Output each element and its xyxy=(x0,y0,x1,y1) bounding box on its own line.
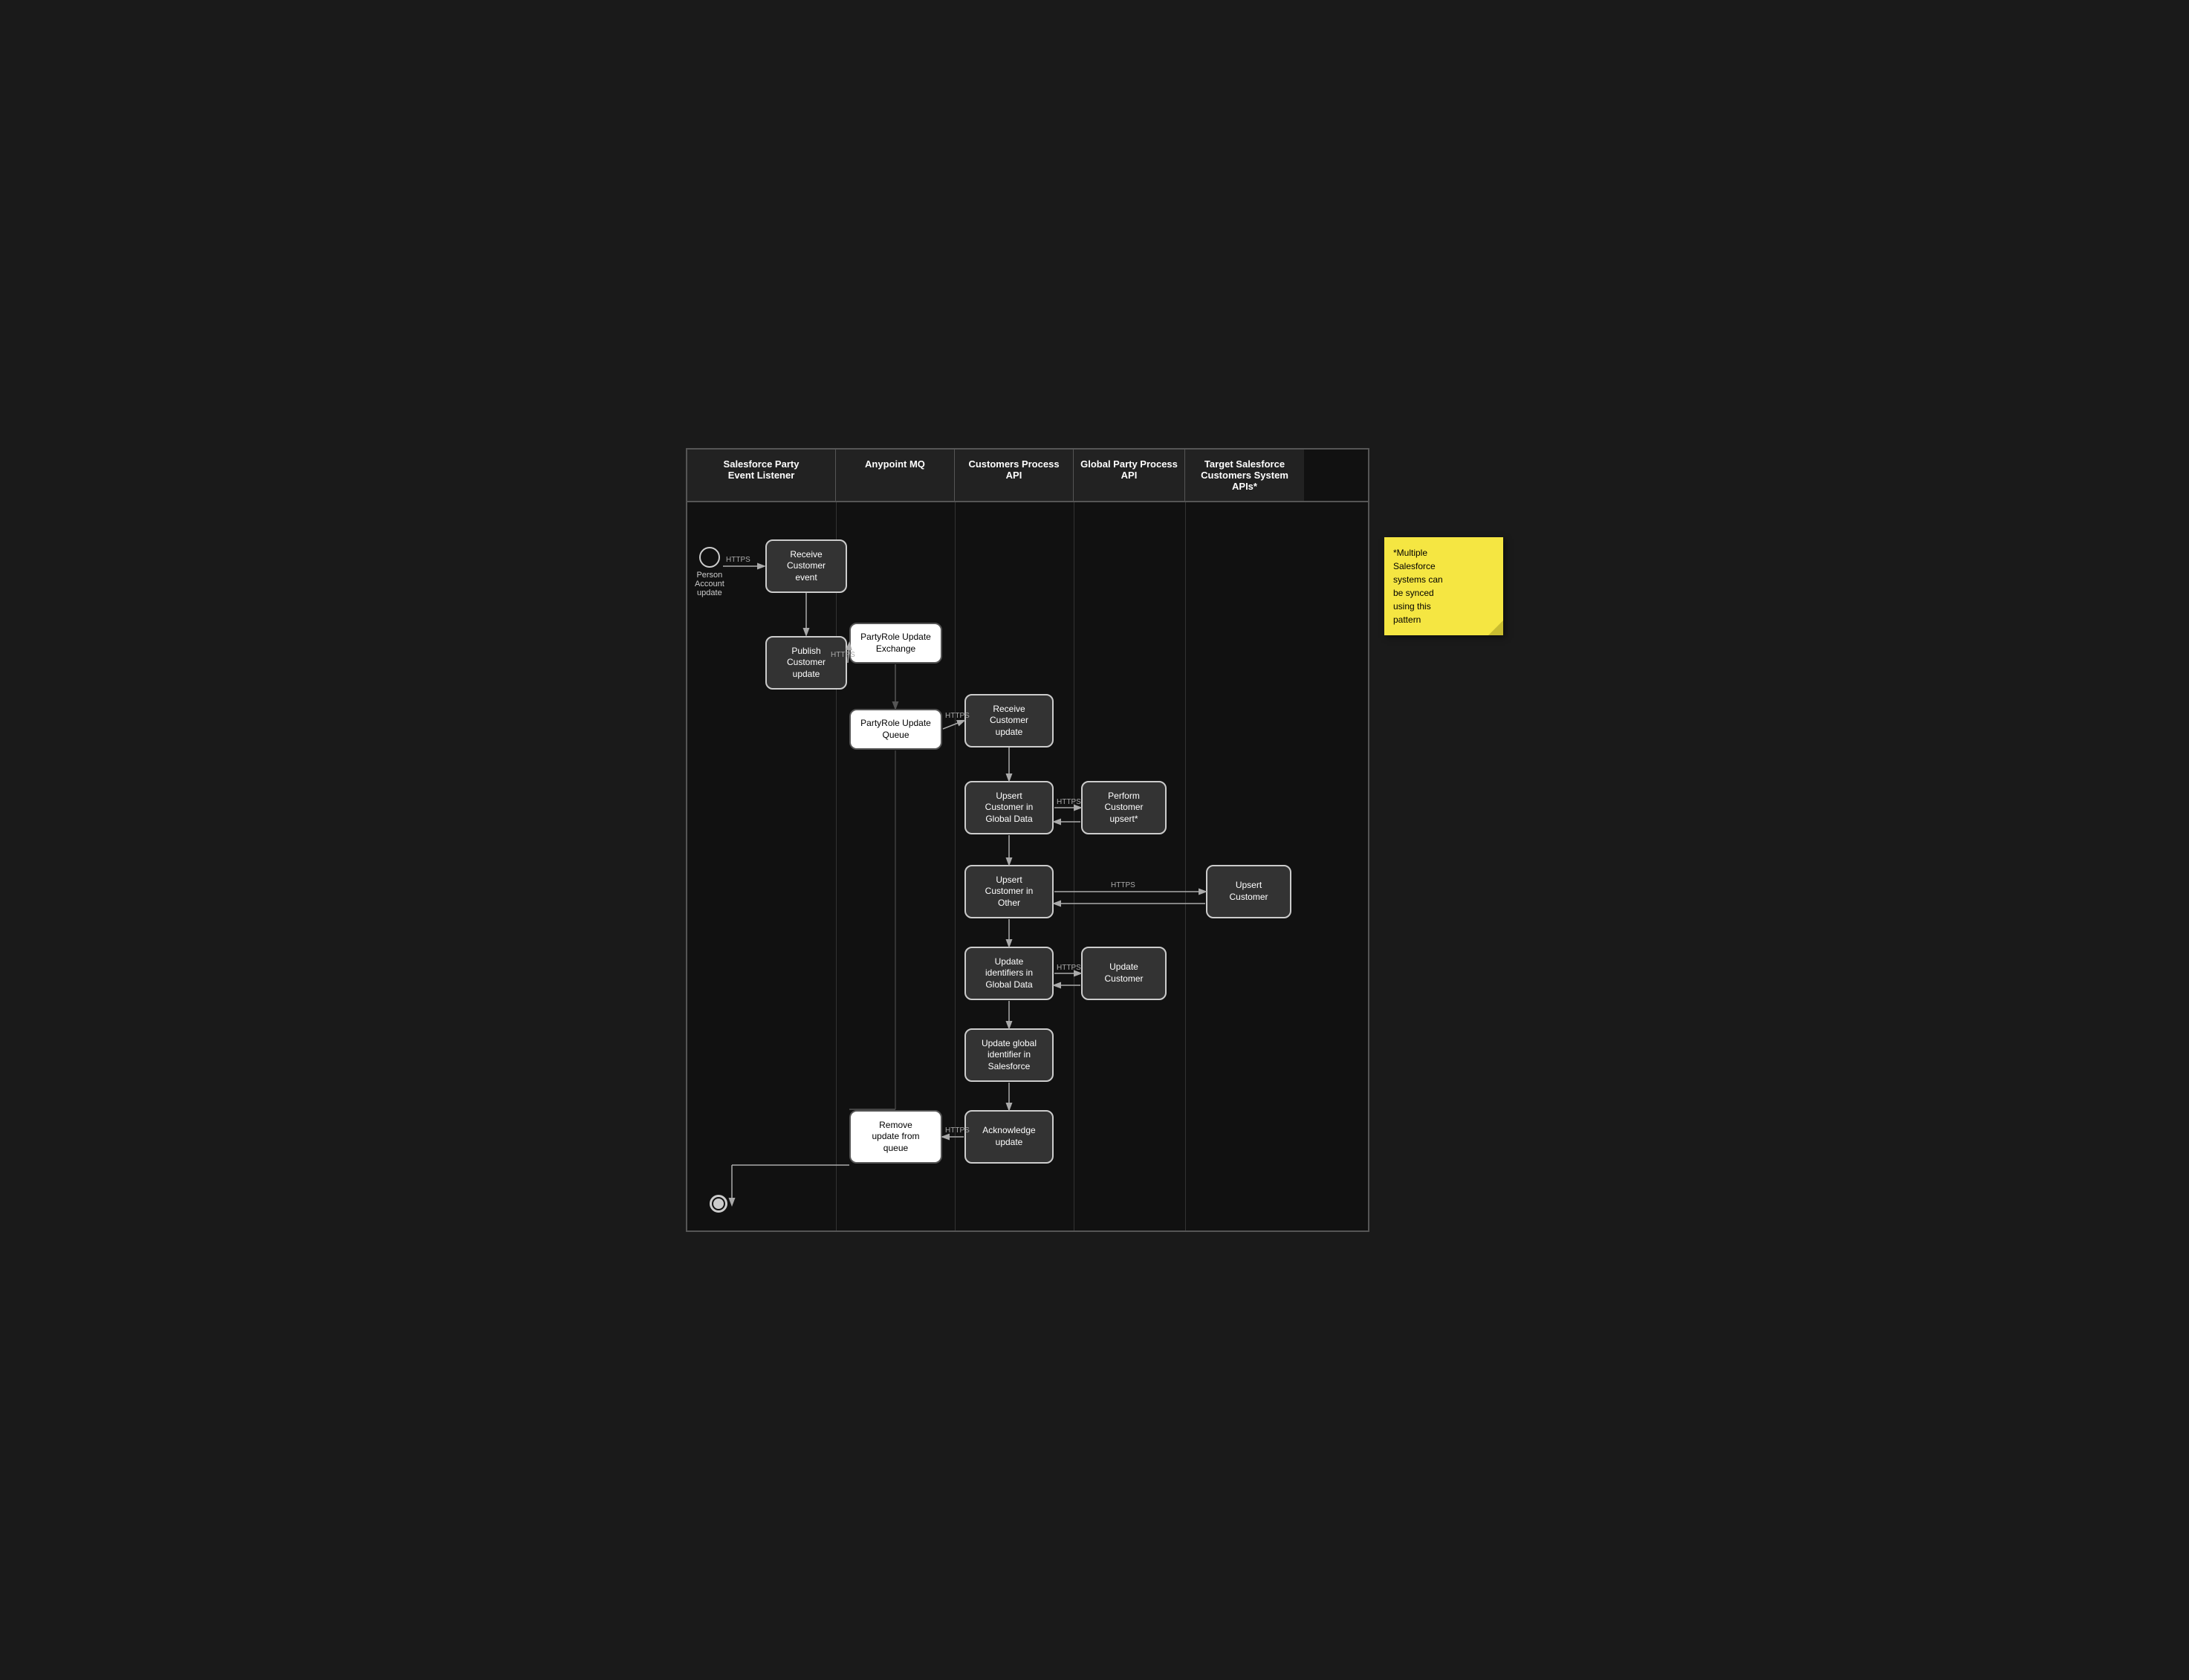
update-customer-node: UpdateCustomer xyxy=(1081,947,1167,1000)
acknowledge-update-node: Acknowledgeupdate xyxy=(964,1110,1054,1164)
upsert-global-data-node: UpsertCustomer inGlobal Data xyxy=(964,781,1054,834)
receive-customer-event-node: ReceiveCustomerevent xyxy=(765,539,847,593)
person-account-label: PersonAccountupdate xyxy=(695,571,724,597)
receive-customer-update-node: ReceiveCustomerupdate xyxy=(964,694,1054,747)
end-actor xyxy=(710,1195,727,1213)
sticky-note-container: *MultipleSalesforcesystems canbe syncedu… xyxy=(1384,537,1503,635)
update-global-identifier-node: Update globalidentifier inSalesforce xyxy=(964,1028,1054,1082)
canvas: Salesforce PartyEvent Listener Anypoint … xyxy=(686,448,1503,1232)
remove-queue-node: Removeupdate fromqueue xyxy=(849,1110,942,1164)
update-identifiers-node: Updateidentifiers inGlobal Data xyxy=(964,947,1054,1000)
person-account-actor: PersonAccountupdate xyxy=(695,547,724,597)
end-circle xyxy=(710,1195,727,1213)
swimlane-headers: Salesforce PartyEvent Listener Anypoint … xyxy=(687,450,1368,502)
svg-text:HTTPS: HTTPS xyxy=(1057,798,1081,806)
header-customers: Customers ProcessAPI xyxy=(955,450,1074,501)
diagram-main: Salesforce PartyEvent Listener Anypoint … xyxy=(686,448,1369,1232)
upsert-customer-target-node: UpsertCustomer xyxy=(1206,865,1291,918)
partyrole-queue-node: PartyRole UpdateQueue xyxy=(849,709,942,750)
swimlane-body: PersonAccountupdate ReceiveCustomerevent… xyxy=(687,502,1368,1230)
actor-circle xyxy=(699,547,720,568)
perform-customer-upsert-node: PerformCustomerupsert* xyxy=(1081,781,1167,834)
header-sfparty: Salesforce PartyEvent Listener xyxy=(687,450,836,501)
header-global: Global Party ProcessAPI xyxy=(1074,450,1185,501)
sticky-note: *MultipleSalesforcesystems canbe syncedu… xyxy=(1384,537,1503,635)
partyrole-exchange-node: PartyRole UpdateExchange xyxy=(849,623,942,664)
header-mq: Anypoint MQ xyxy=(836,450,955,501)
header-target: Target SalesforceCustomers SystemAPIs* xyxy=(1185,450,1304,501)
svg-text:HTTPS: HTTPS xyxy=(1057,964,1081,972)
publish-customer-update-node: PublishCustomerupdate xyxy=(765,636,847,690)
svg-text:HTTPS: HTTPS xyxy=(1111,881,1135,889)
diagram-container: Salesforce PartyEvent Listener Anypoint … xyxy=(686,448,1503,1232)
svg-text:HTTPS: HTTPS xyxy=(726,556,750,564)
upsert-customer-other-node: UpsertCustomer inOther xyxy=(964,865,1054,918)
